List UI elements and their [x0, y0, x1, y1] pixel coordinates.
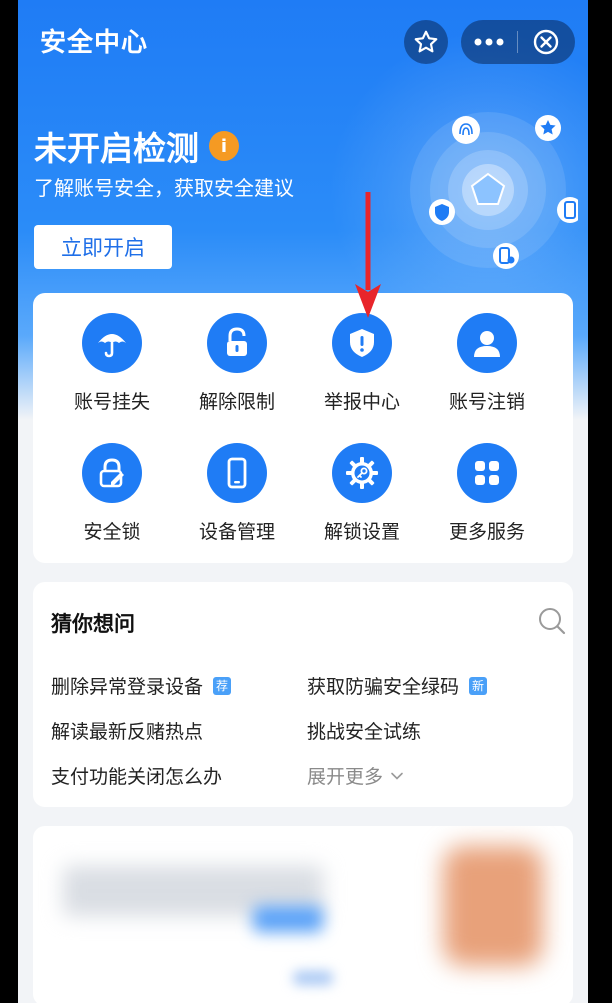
faq-item-text: 挑战安全试练 [307, 721, 422, 743]
promo-banner-blurred[interactable] [33, 826, 573, 1003]
app-screen: 安全中心 未开启检测 i 了解账号安全，获取安全建议 立即开启 账号挂失 解除限… [18, 0, 588, 1003]
search-icon[interactable] [537, 606, 567, 636]
detection-status: 未开启检测 i [34, 122, 239, 170]
recommend-badge: 荐 [213, 676, 232, 695]
blurred-indicator [293, 971, 333, 985]
close-circle-icon [533, 29, 559, 55]
unlock-icon [207, 313, 267, 373]
service-grid: 账号挂失 解除限制 举报中心 账号注销 安全锁 设备管理 解锁设置 更多服务 [33, 293, 573, 563]
enable-detection-button[interactable]: 立即开启 [34, 225, 172, 269]
new-badge: 新 [469, 676, 488, 695]
service-device-management[interactable]: 设备管理 [175, 443, 299, 553]
shield-icon [429, 199, 455, 225]
close-button[interactable] [518, 20, 574, 64]
grid-icon [457, 443, 517, 503]
umbrella-icon [82, 313, 142, 373]
service-label: 举报中心 [323, 391, 400, 413]
annotation-arrow [355, 192, 381, 318]
expand-more-link[interactable]: 展开更多 [307, 762, 405, 789]
favorite-button[interactable] [404, 20, 448, 64]
more-dots-icon [474, 38, 504, 46]
service-more[interactable]: 更多服务 [425, 443, 549, 553]
service-label: 账号挂失 [73, 391, 150, 413]
star-icon [414, 30, 438, 53]
more-button[interactable] [461, 20, 517, 64]
info-icon[interactable]: i [209, 131, 239, 161]
service-label: 设备管理 [198, 521, 275, 543]
service-label: 安全锁 [83, 521, 141, 543]
service-unlock-settings[interactable]: 解锁设置 [300, 443, 424, 553]
detection-status-title: 未开启检测 [34, 129, 199, 168]
faq-item[interactable]: 获取防骗安全绿码 新 [307, 672, 488, 699]
detection-subtitle: 了解账号安全，获取安全建议 [34, 176, 294, 200]
faq-item-text: 获取防骗安全绿码 [307, 676, 460, 698]
faq-item-text: 解读最新反赌热点 [51, 721, 204, 743]
blurred-illustration [443, 846, 543, 966]
chevron-down-icon [391, 772, 403, 780]
device-lock-icon [493, 243, 519, 269]
star-icon [535, 115, 561, 141]
service-label: 更多服务 [448, 521, 525, 543]
service-label: 解除限制 [198, 391, 275, 413]
mini-program-capsule [461, 20, 575, 64]
blurred-button [253, 906, 323, 932]
phone-icon [207, 443, 267, 503]
faq-item[interactable]: 挑战安全试练 [307, 717, 421, 744]
faq-item[interactable]: 解读最新反赌热点 [51, 717, 203, 744]
faq-card: 猜你想问 删除异常登录设备 荐 获取防骗安全绿码 新 解读最新反赌热点 挑战安全… [33, 582, 573, 807]
faq-item[interactable]: 删除异常登录设备 荐 [51, 672, 232, 699]
service-account-lost[interactable]: 账号挂失 [50, 313, 174, 423]
service-label: 解锁设置 [323, 521, 400, 543]
service-label: 账号注销 [448, 391, 525, 413]
faq-item-text: 支付功能关闭怎么办 [51, 766, 223, 788]
fingerprint-icon [452, 116, 480, 144]
gear-key-icon [332, 443, 392, 503]
report-shield-icon [332, 313, 392, 373]
service-security-lock[interactable]: 安全锁 [50, 443, 174, 553]
expand-more-label: 展开更多 [307, 766, 384, 788]
lock-edit-icon [82, 443, 142, 503]
page-title: 安全中心 [40, 28, 149, 58]
user-icon [457, 313, 517, 373]
service-account-cancel[interactable]: 账号注销 [425, 313, 549, 423]
security-radar-illustration [410, 112, 578, 269]
faq-item-text: 删除异常登录设备 [51, 676, 204, 698]
service-report-center[interactable]: 举报中心 [300, 313, 424, 423]
faq-title: 猜你想问 [51, 612, 135, 636]
faq-item[interactable]: 支付功能关闭怎么办 [51, 762, 222, 789]
service-remove-restriction[interactable]: 解除限制 [175, 313, 299, 423]
